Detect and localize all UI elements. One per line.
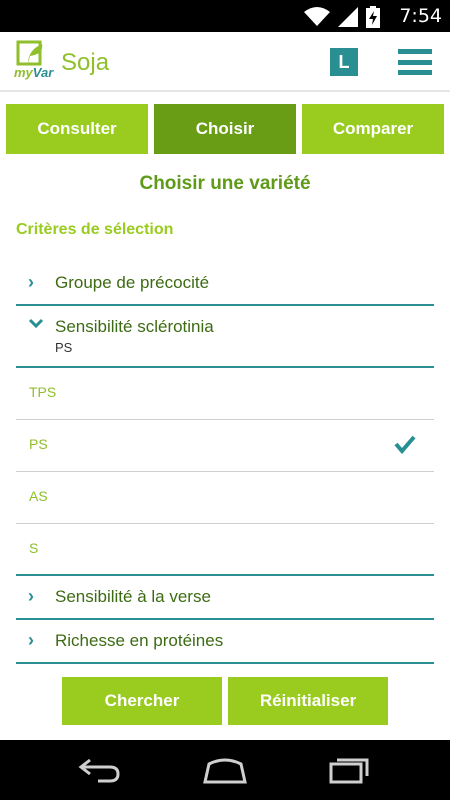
signal-icon — [338, 7, 358, 32]
battery-charging-icon — [366, 6, 380, 33]
criteria-title: Critères de sélection — [16, 221, 174, 238]
tab-choisir[interactable]: Choisir — [154, 104, 296, 154]
wifi-icon — [304, 7, 330, 32]
chevron-right-icon: › — [28, 630, 34, 650]
checkmark-icon — [394, 434, 416, 459]
criterion-label: Sensibilité sclérotinia — [55, 317, 214, 336]
tab-comparer[interactable]: Comparer — [302, 104, 444, 154]
status-bar: 7:54 — [0, 0, 450, 32]
option-ps[interactable]: PS — [16, 420, 434, 472]
option-tps[interactable]: TPS — [16, 368, 434, 420]
tab-consulter[interactable]: Consulter — [6, 104, 148, 154]
reset-button[interactable]: Réinitialiser — [228, 677, 388, 725]
language-badge[interactable]: L — [330, 48, 358, 76]
app-title: Soja — [61, 49, 110, 76]
criterion-groupe-precocite[interactable]: › Groupe de précocité — [16, 262, 434, 306]
section-title: Choisir une variété — [139, 173, 311, 194]
chevron-down-icon — [28, 314, 44, 335]
home-icon[interactable] — [201, 754, 249, 791]
criterion-selected-value: PS — [55, 340, 73, 355]
option-label: AS — [29, 488, 48, 504]
criterion-sensibilite-sclerotinia[interactable]: Sensibilité sclérotinia PS — [16, 306, 434, 368]
logo-text: myVar — [14, 65, 53, 80]
back-icon[interactable] — [78, 754, 122, 791]
criterion-label: Sensibilité à la verse — [55, 587, 211, 606]
logo-text-my: my — [14, 65, 33, 80]
system-nav-bar — [0, 740, 450, 800]
criterion-sensibilite-verse[interactable]: › Sensibilité à la verse — [16, 576, 434, 620]
status-icons — [304, 6, 380, 33]
tab-bar: Consulter Choisir Comparer — [6, 104, 444, 154]
app-bar: myVar Soja L — [0, 32, 450, 92]
action-buttons: Chercher Réinitialiser — [62, 677, 388, 725]
logo-text-var: Var — [32, 65, 54, 80]
search-button[interactable]: Chercher — [62, 677, 222, 725]
chevron-right-icon: › — [28, 586, 34, 606]
option-label: S — [29, 540, 39, 556]
criterion-richesse-proteines[interactable]: › Richesse en protéines — [16, 620, 434, 664]
option-label: PS — [29, 436, 48, 452]
hamburger-menu-icon[interactable] — [398, 49, 432, 75]
recent-apps-icon[interactable] — [328, 754, 372, 791]
option-s[interactable]: S — [16, 524, 434, 576]
criterion-label: Richesse en protéines — [55, 631, 224, 650]
option-label: TPS — [29, 384, 57, 400]
chevron-right-icon: › — [28, 272, 34, 292]
status-time: 7:54 — [399, 5, 442, 27]
option-as[interactable]: AS — [16, 472, 434, 524]
criterion-label: Groupe de précocité — [55, 273, 210, 292]
